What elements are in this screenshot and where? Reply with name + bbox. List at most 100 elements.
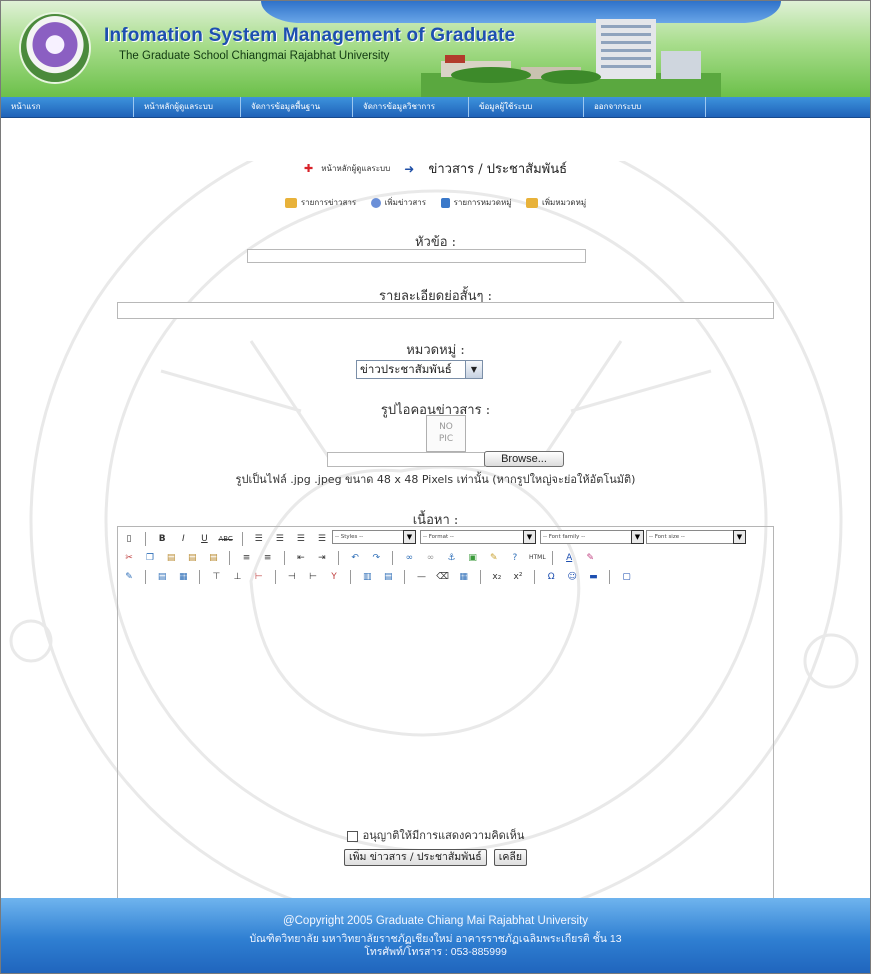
cut-icon[interactable]: ✂ <box>122 551 136 565</box>
undo-icon[interactable]: ↶ <box>348 551 362 565</box>
numbered-list-icon[interactable]: ≡ <box>261 551 275 565</box>
toolbar-divider <box>274 569 276 584</box>
unlink-icon[interactable]: ∞ <box>424 551 438 565</box>
university-seal-logo <box>21 14 89 82</box>
horizontal-rule-icon[interactable]: — <box>415 570 429 584</box>
chevron-down-icon: ▼ <box>733 530 746 544</box>
font-size-select[interactable]: -- Font size -- ▼ <box>646 530 746 544</box>
html-source-icon[interactable]: HTML <box>529 551 546 565</box>
merge-cells-icon[interactable]: ▤ <box>381 570 395 584</box>
align-left-icon[interactable]: ☰ <box>252 532 266 546</box>
remove-format-icon[interactable]: ⌫ <box>436 570 450 584</box>
browse-button[interactable]: Browse... <box>484 451 564 467</box>
image-icon[interactable]: ▣ <box>466 551 480 565</box>
split-cells-icon[interactable]: ▥ <box>360 570 374 584</box>
toolbar-divider <box>283 550 285 565</box>
edit-table-icon[interactable]: ✎ <box>122 570 136 584</box>
delete-col-icon[interactable]: Y <box>327 570 341 584</box>
paste-icon[interactable]: ▤ <box>164 551 178 565</box>
toolbar-divider <box>145 569 147 584</box>
toolbar-row-2: ✂ ❐ ▤ ▤ ▤ ≡ ≡ ⇤ ⇥ ↶ ↷ ∞ ∞ ⚓ ▣ ✎ ? HTML A… <box>121 547 598 565</box>
form-buttons: เพิ่ม ข่าวสาร / ประชาสัมพันธ์ เคลีย <box>1 845 870 866</box>
add-category-link[interactable]: เพิ่มหมวดหมู่ <box>526 196 586 209</box>
reset-button[interactable]: เคลีย <box>493 849 527 866</box>
insert-col-before-icon[interactable]: ⊣ <box>285 570 299 584</box>
site-header: Infomation System Management of Graduate… <box>1 1 870 97</box>
nav-item-basic-data[interactable]: จัดการข้อมูลพื้นฐาน <box>241 97 353 117</box>
delete-row-icon[interactable]: ⊢ <box>252 570 266 584</box>
copy-icon[interactable]: ❐ <box>143 551 157 565</box>
fullscreen-icon[interactable]: ▢ <box>620 570 634 584</box>
table-cell-props-icon[interactable]: ▦ <box>176 570 190 584</box>
icon-hint: รูปเป็นไฟล์ .jpg .jpeg ขนาด 48 x 48 Pixe… <box>235 473 636 486</box>
bin-icon <box>440 197 450 208</box>
align-center-icon[interactable]: ☰ <box>273 532 287 546</box>
underline-icon[interactable]: U <box>197 532 211 546</box>
format-select[interactable]: -- Format -- ▼ <box>420 530 536 544</box>
insert-row-before-icon[interactable]: ⊤ <box>209 570 223 584</box>
paste-word-icon[interactable]: ▤ <box>206 551 220 565</box>
text-color-icon[interactable]: A <box>562 551 576 565</box>
news-list-link[interactable]: รายการข่าวสาร <box>284 196 356 209</box>
outdent-icon[interactable]: ⇤ <box>294 551 308 565</box>
category-label: หมวดหมู่ : <box>406 343 465 358</box>
new-document-icon[interactable]: ▯ <box>122 532 136 546</box>
breadcrumb-marker-icon: ✚ <box>303 162 314 175</box>
category-select[interactable]: ข่าวประชาสัมพันธ์ ▼ <box>356 360 483 379</box>
paste-text-icon[interactable]: ▤ <box>185 551 199 565</box>
indent-icon[interactable]: ⇥ <box>315 551 329 565</box>
cleanup-icon[interactable]: ✎ <box>487 551 501 565</box>
toolbar-divider <box>534 569 536 584</box>
nav-item-user-data[interactable]: ข้อมูลผู้ใช้ระบบ <box>469 97 584 117</box>
align-justify-icon[interactable]: ☰ <box>315 532 329 546</box>
align-right-icon[interactable]: ☰ <box>294 532 308 546</box>
insert-row-after-icon[interactable]: ⊥ <box>231 570 245 584</box>
subscript-icon[interactable]: x₂ <box>490 570 504 584</box>
bold-icon[interactable]: B <box>155 532 169 546</box>
folder-icon <box>284 197 297 208</box>
submit-button[interactable]: เพิ่ม ข่าวสาร / ประชาสัมพันธ์ <box>344 849 487 866</box>
insert-col-after-icon[interactable]: ⊢ <box>306 570 320 584</box>
icon-file-field[interactable] <box>327 452 485 467</box>
emoticon-icon[interactable]: ☺ <box>565 570 579 584</box>
toolbar-divider <box>199 569 201 584</box>
styles-select[interactable]: -- Styles -- ▼ <box>332 530 416 544</box>
category-list-link[interactable]: รายการหมวดหมู่ <box>440 196 512 209</box>
summary-input[interactable] <box>117 302 774 319</box>
visual-aid-icon[interactable]: ▦ <box>457 570 471 584</box>
help-icon[interactable]: ? <box>508 551 522 565</box>
link-icon[interactable]: ∞ <box>402 551 416 565</box>
anchor-icon[interactable]: ⚓ <box>445 551 459 565</box>
special-char-icon[interactable]: Ω <box>544 570 558 584</box>
media-icon[interactable]: ▬ <box>586 570 600 584</box>
page-title: ข่าวสาร / ประชาสัมพันธ์ <box>428 162 568 177</box>
toolbar-divider <box>392 550 394 565</box>
redo-icon[interactable]: ↷ <box>369 551 383 565</box>
add-news-link[interactable]: เพิ่มข่าวสาร <box>370 196 426 209</box>
toolbar-divider <box>404 569 406 584</box>
chevron-down-icon: ▼ <box>403 530 416 544</box>
news-actions: รายการข่าวสาร เพิ่มข่าวสาร รายการหมวดหมู… <box>1 196 870 209</box>
editor-toolbar: ▯ B I U ABC ☰ ☰ ☰ ☰ -- Styles -- ▼ -- For… <box>118 527 773 591</box>
font-family-select[interactable]: -- Font family -- ▼ <box>540 530 644 544</box>
nav-item-home[interactable]: หน้าแรก <box>1 97 134 117</box>
nav-item-logout[interactable]: ออกจากระบบ <box>584 97 706 117</box>
chevron-down-icon: ▼ <box>465 361 482 378</box>
refresh-icon <box>370 197 381 208</box>
bullet-list-icon[interactable]: ≡ <box>240 551 254 565</box>
toolbar-divider <box>479 569 481 584</box>
background-color-icon[interactable]: ✎ <box>583 551 597 565</box>
editor-content-area[interactable] <box>118 593 773 923</box>
allow-comments-checkbox[interactable] <box>346 830 358 842</box>
nav-item-academic-data[interactable]: จัดการข้อมูลวิชาการ <box>353 97 469 117</box>
italic-icon[interactable]: I <box>176 532 190 546</box>
breadcrumb-home-link[interactable]: หน้าหลักผู้ดูแลระบบ <box>321 164 390 173</box>
icon-preview: NO PIC <box>426 415 466 452</box>
superscript-icon[interactable]: x² <box>511 570 525 584</box>
allow-comments-row: อนุญาติให้มีการแสดงความคิดเห็น <box>1 826 870 844</box>
table-row-props-icon[interactable]: ▤ <box>155 570 169 584</box>
nav-item-admin-home[interactable]: หน้าหลักผู้ดูแลระบบ <box>134 97 241 117</box>
strikethrough-icon[interactable]: ABC <box>218 532 232 546</box>
site-subtitle: The Graduate School Chiangmai Rajabhat U… <box>119 50 390 62</box>
subject-input[interactable] <box>247 249 586 263</box>
